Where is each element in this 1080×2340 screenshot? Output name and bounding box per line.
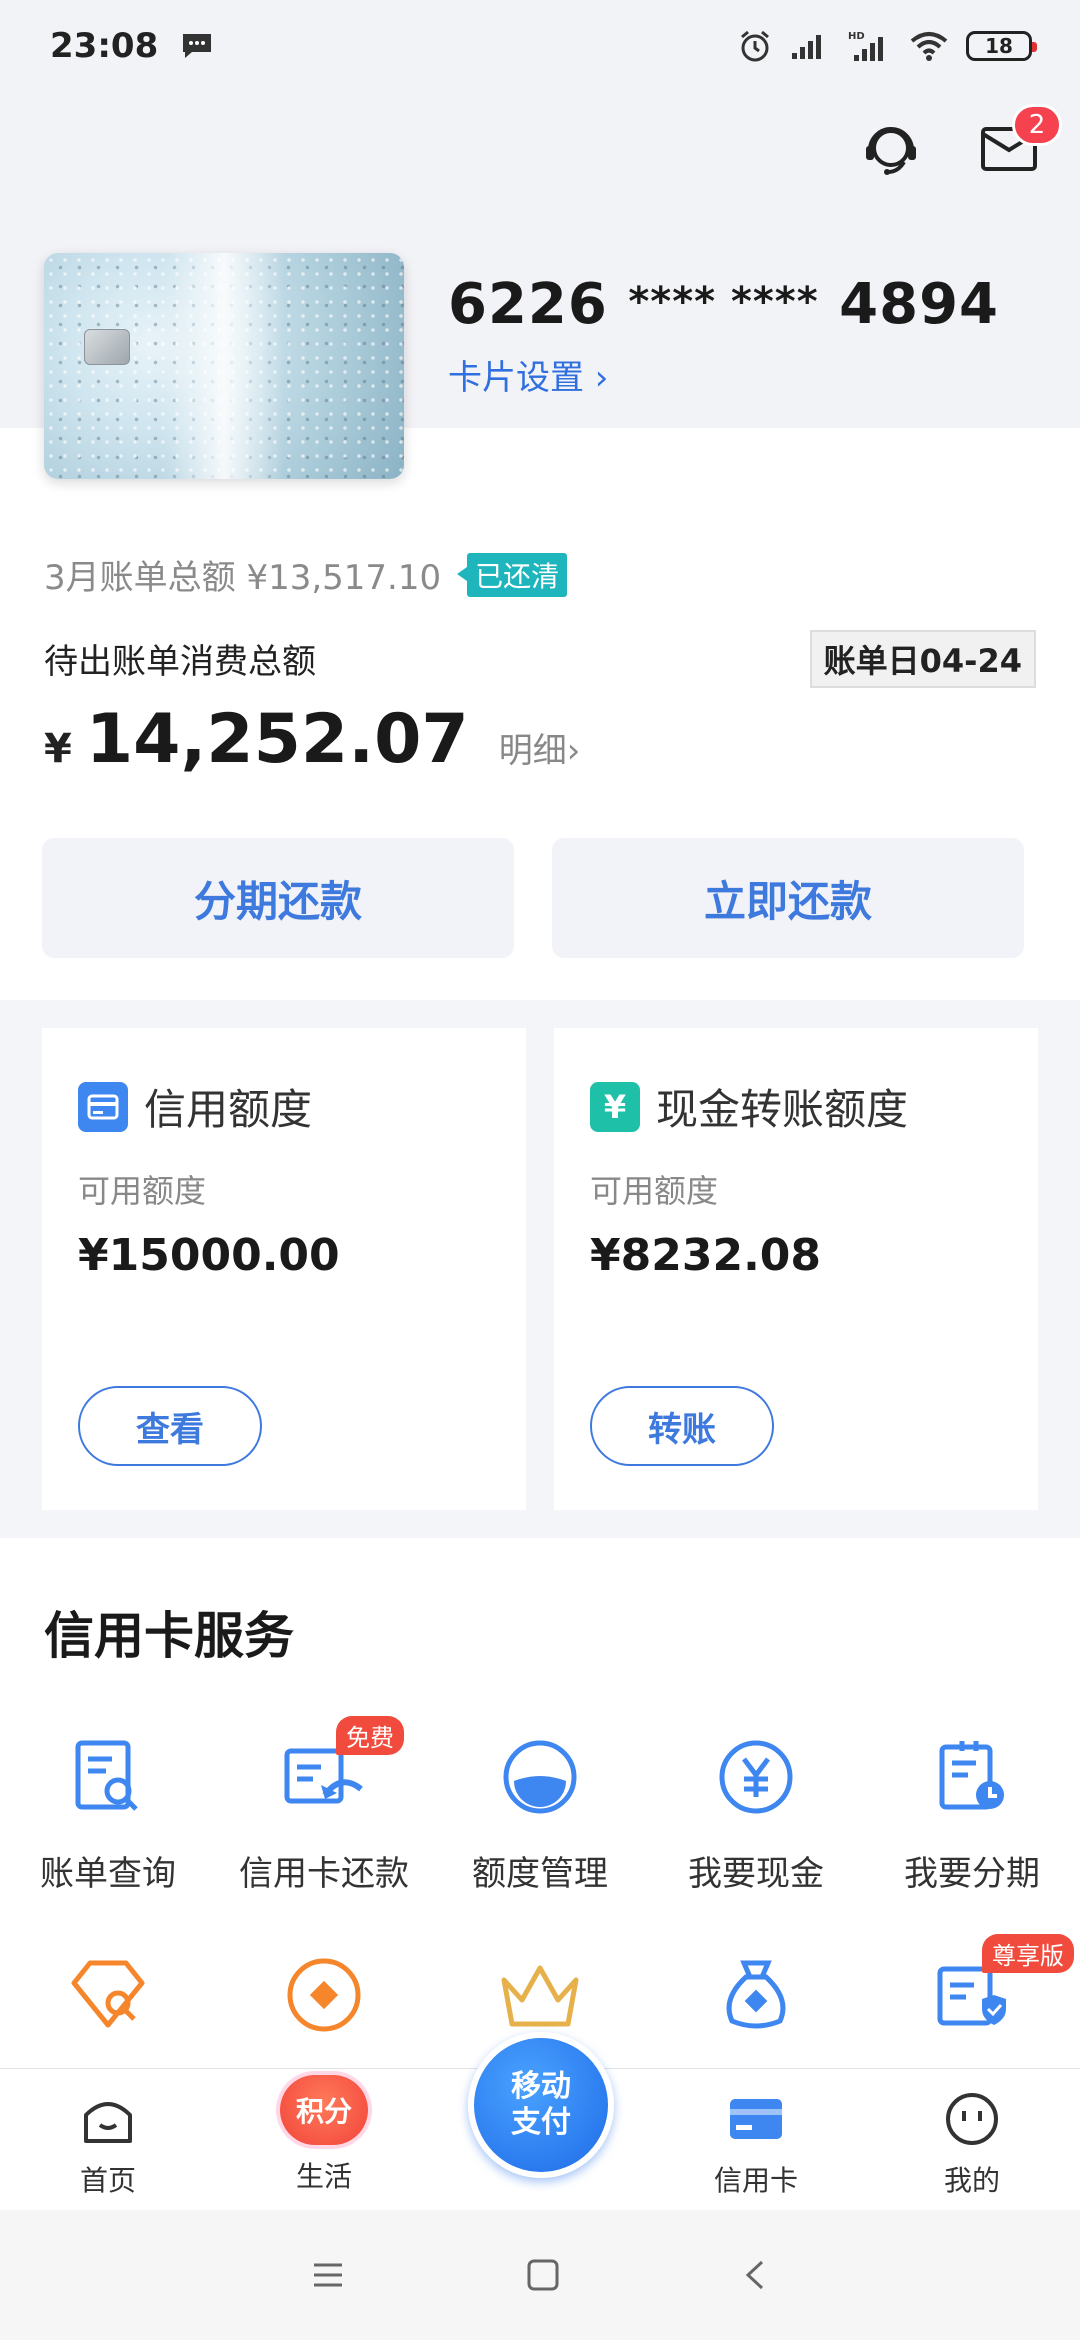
wifi-icon <box>910 32 948 61</box>
user-icon <box>942 2089 1002 2149</box>
service-bill-query[interactable]: 账单查询 <box>0 1732 216 1895</box>
crown-icon <box>495 1950 585 2040</box>
service-row2-item-5[interactable]: 尊享版 <box>864 1934 1080 2040</box>
card-number: 6226 **** **** 4894 <box>448 272 999 337</box>
credit-card-nav-icon <box>726 2089 786 2149</box>
status-bar: 23:08 HD 18 <box>0 0 1080 92</box>
home-square-icon[interactable] <box>526 2258 560 2292</box>
credit-card-icon <box>78 1081 128 1132</box>
message-icon <box>183 34 212 58</box>
nav-home[interactable]: 首页 <box>0 2069 216 2210</box>
service-cash[interactable]: 我要现金 <box>648 1732 864 1895</box>
money-bag-icon <box>711 1950 801 2040</box>
svg-text:HD: HD <box>848 31 865 42</box>
battery-icon: 18 <box>966 31 1037 61</box>
pending-amount-value: 14,252.07 <box>85 700 469 779</box>
mail-badge: 2 <box>1012 104 1062 146</box>
paid-tag: 已还清 <box>457 552 568 597</box>
currency-symbol: ¥ <box>44 726 72 772</box>
nav-mine-label: 我的 <box>943 2164 1000 2197</box>
hd-signal-icon: HD <box>848 31 883 61</box>
bill-query-icon <box>63 1732 153 1822</box>
services-row-2: 尊享版 <box>0 1934 1080 2040</box>
available-cash-label: 可用额度 <box>590 1172 719 1210</box>
detail-link[interactable]: 明细› <box>499 723 581 772</box>
orange-circle-icon <box>279 1950 369 2040</box>
card-chip-icon <box>84 329 130 365</box>
transfer-button[interactable]: 转账 <box>590 1386 774 1466</box>
mobile-pay-button[interactable]: 移动 支付 <box>468 2032 614 2178</box>
service-row2-item-4[interactable] <box>648 1950 864 2040</box>
customer-service-icon[interactable] <box>860 118 922 180</box>
menu-icon[interactable] <box>310 2260 346 2290</box>
service-label: 额度管理 <box>472 1854 608 1894</box>
service-limit-manage[interactable]: 额度管理 <box>432 1732 648 1895</box>
credit-card-page: 23:08 HD 18 2 6226 **** **** 4894 卡片设置 › <box>0 0 1080 2340</box>
previous-bill-label: 3月账单总额 ¥13,517.10 <box>44 558 442 598</box>
card-settings-link[interactable]: 卡片设置 › <box>448 350 608 399</box>
previous-bill[interactable]: 3月账单总额 ¥13,517.10 已还清 <box>44 550 568 599</box>
signal-icon <box>792 35 821 59</box>
diamond-search-icon <box>63 1950 153 2040</box>
cash-icon <box>711 1732 801 1822</box>
service-row2-item-2[interactable] <box>216 1950 432 2040</box>
credit-limit-card: 信用额度 可用额度 ¥15000.00 查看 <box>42 1028 526 1510</box>
system-nav-bar <box>0 2210 1080 2340</box>
nav-credit-card[interactable]: 信用卡 <box>648 2069 864 2210</box>
service-installment[interactable]: 我要分期 <box>864 1732 1080 1895</box>
pay-label-line2: 支付 <box>511 2105 571 2140</box>
credit-limit-value: ¥15000.00 <box>78 1230 340 1281</box>
nav-life-label: 生活 <box>295 2160 352 2193</box>
pending-bill-label: 待出账单消费总额 <box>44 642 316 682</box>
nav-home-label: 首页 <box>79 2164 136 2197</box>
nav-credit-label: 信用卡 <box>713 2164 798 2197</box>
services-row-1: 账单查询 免费 信用卡还款 额度管理 我要现金 我要分期 <box>0 1716 1080 1895</box>
yuan-icon: ¥ <box>590 1081 640 1132</box>
service-row2-item-1[interactable] <box>0 1950 216 2040</box>
installment-repay-button[interactable]: 分期还款 <box>42 838 514 958</box>
service-card-repay[interactable]: 免费 信用卡还款 <box>216 1716 432 1895</box>
service-label: 账单查询 <box>40 1854 176 1894</box>
credit-limit-title: 信用额度 <box>78 1076 312 1137</box>
services-title: 信用卡服务 <box>44 1607 294 1665</box>
repay-now-button[interactable]: 立即还款 <box>552 838 1024 958</box>
cash-limit-card: ¥ 现金转账额度 可用额度 ¥8232.08 转账 <box>554 1028 1038 1510</box>
pending-amount: ¥ 14,252.07 明细› <box>44 700 580 779</box>
premium-tag: 尊享版 <box>982 1934 1074 1973</box>
service-label: 信用卡还款 <box>239 1854 409 1894</box>
service-label: 我要分期 <box>904 1854 1040 1894</box>
service-row2-item-3[interactable] <box>432 1950 648 2040</box>
home-icon <box>78 2089 138 2149</box>
card-image[interactable] <box>44 253 404 479</box>
view-button[interactable]: 查看 <box>78 1386 262 1466</box>
back-icon[interactable] <box>740 2258 770 2292</box>
status-time: 23:08 <box>50 26 159 66</box>
points-badge: 积分 <box>280 2075 368 2145</box>
available-limit-label: 可用额度 <box>78 1172 207 1210</box>
alarm-icon <box>741 30 769 62</box>
battery-level: 18 <box>985 34 1013 58</box>
cash-limit-value: ¥8232.08 <box>590 1230 822 1281</box>
bill-day-badge: 账单日04-24 <box>809 630 1036 688</box>
limit-manage-icon <box>495 1732 585 1822</box>
header-actions: 2 <box>860 104 1062 180</box>
cash-limit-title: ¥ 现金转账额度 <box>590 1076 908 1137</box>
free-tag: 免费 <box>336 1716 404 1755</box>
pay-label-line1: 移动 <box>511 2069 571 2104</box>
nav-mine[interactable]: 我的 <box>864 2069 1080 2210</box>
mail-button[interactable]: 2 <box>978 104 1062 180</box>
nav-life[interactable]: 积分 生活 <box>216 2069 432 2210</box>
installment-icon <box>927 1732 1017 1822</box>
service-label: 我要现金 <box>688 1854 824 1894</box>
